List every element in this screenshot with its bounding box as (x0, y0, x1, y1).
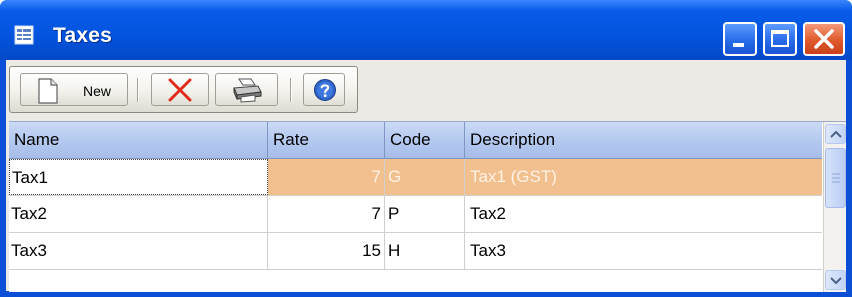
window-content: New Name Rate Code Description Tax1 7 G … (6, 60, 846, 292)
table-row[interactable]: Tax1 7 G Tax1 (GST) (9, 159, 822, 196)
new-button-label: New (83, 83, 112, 99)
table-row[interactable]: Tax2 7 P Tax2 (9, 196, 822, 233)
grid-header: Name Rate Code Description (9, 122, 822, 159)
cell-code[interactable]: G (385, 159, 465, 195)
new-button[interactable]: New (20, 73, 128, 106)
grip-icon (832, 173, 840, 183)
toolbar: New (9, 66, 358, 113)
minimize-icon (733, 43, 744, 47)
printer-icon (233, 78, 262, 103)
column-header-code[interactable]: Code (385, 122, 465, 158)
cell-name[interactable]: Tax1 (9, 159, 268, 195)
cell-rate[interactable]: 7 (268, 159, 385, 195)
cell-code[interactable]: H (385, 233, 465, 269)
cell-rate[interactable]: 15 (268, 233, 385, 269)
list-window-icon (14, 25, 34, 45)
help-button[interactable] (303, 73, 345, 106)
window-title: Taxes (53, 24, 112, 47)
close-icon (814, 29, 834, 49)
help-question-icon (314, 79, 336, 101)
maximize-button[interactable] (763, 22, 797, 56)
taxes-window: Taxes New Name Rate Code Description Tax… (0, 0, 852, 297)
cell-rate[interactable]: 7 (268, 196, 385, 232)
cell-description[interactable]: Tax1 (GST) (465, 159, 822, 195)
new-document-icon (38, 78, 58, 104)
scroll-down-button[interactable] (825, 270, 846, 290)
scroll-thumb[interactable] (825, 148, 846, 208)
table-row[interactable]: Tax3 15 H Tax3 (9, 233, 822, 270)
scroll-up-button[interactable] (825, 124, 846, 144)
cell-name[interactable]: Tax3 (9, 233, 268, 269)
maximize-icon (771, 30, 789, 47)
delete-x-icon (168, 78, 192, 102)
cell-description[interactable]: Tax3 (465, 233, 822, 269)
column-header-name[interactable]: Name (9, 122, 268, 158)
cell-code[interactable]: P (385, 196, 465, 232)
close-button[interactable] (803, 22, 845, 56)
cell-description[interactable]: Tax2 (465, 196, 822, 232)
toolbar-divider (137, 78, 139, 102)
print-button[interactable] (215, 73, 278, 106)
vertical-scrollbar[interactable] (823, 122, 846, 292)
cell-name[interactable]: Tax2 (9, 196, 268, 232)
column-header-description[interactable]: Description (465, 122, 822, 158)
chevron-up-icon (830, 130, 842, 138)
chevron-down-icon (830, 277, 842, 285)
column-header-rate[interactable]: Rate (268, 122, 385, 158)
taxes-grid: Name Rate Code Description Tax1 7 G Tax1… (9, 121, 846, 292)
minimize-button[interactable] (723, 22, 757, 56)
delete-button[interactable] (151, 73, 209, 106)
title-bar[interactable]: Taxes (0, 0, 852, 60)
toolbar-divider (290, 78, 292, 102)
